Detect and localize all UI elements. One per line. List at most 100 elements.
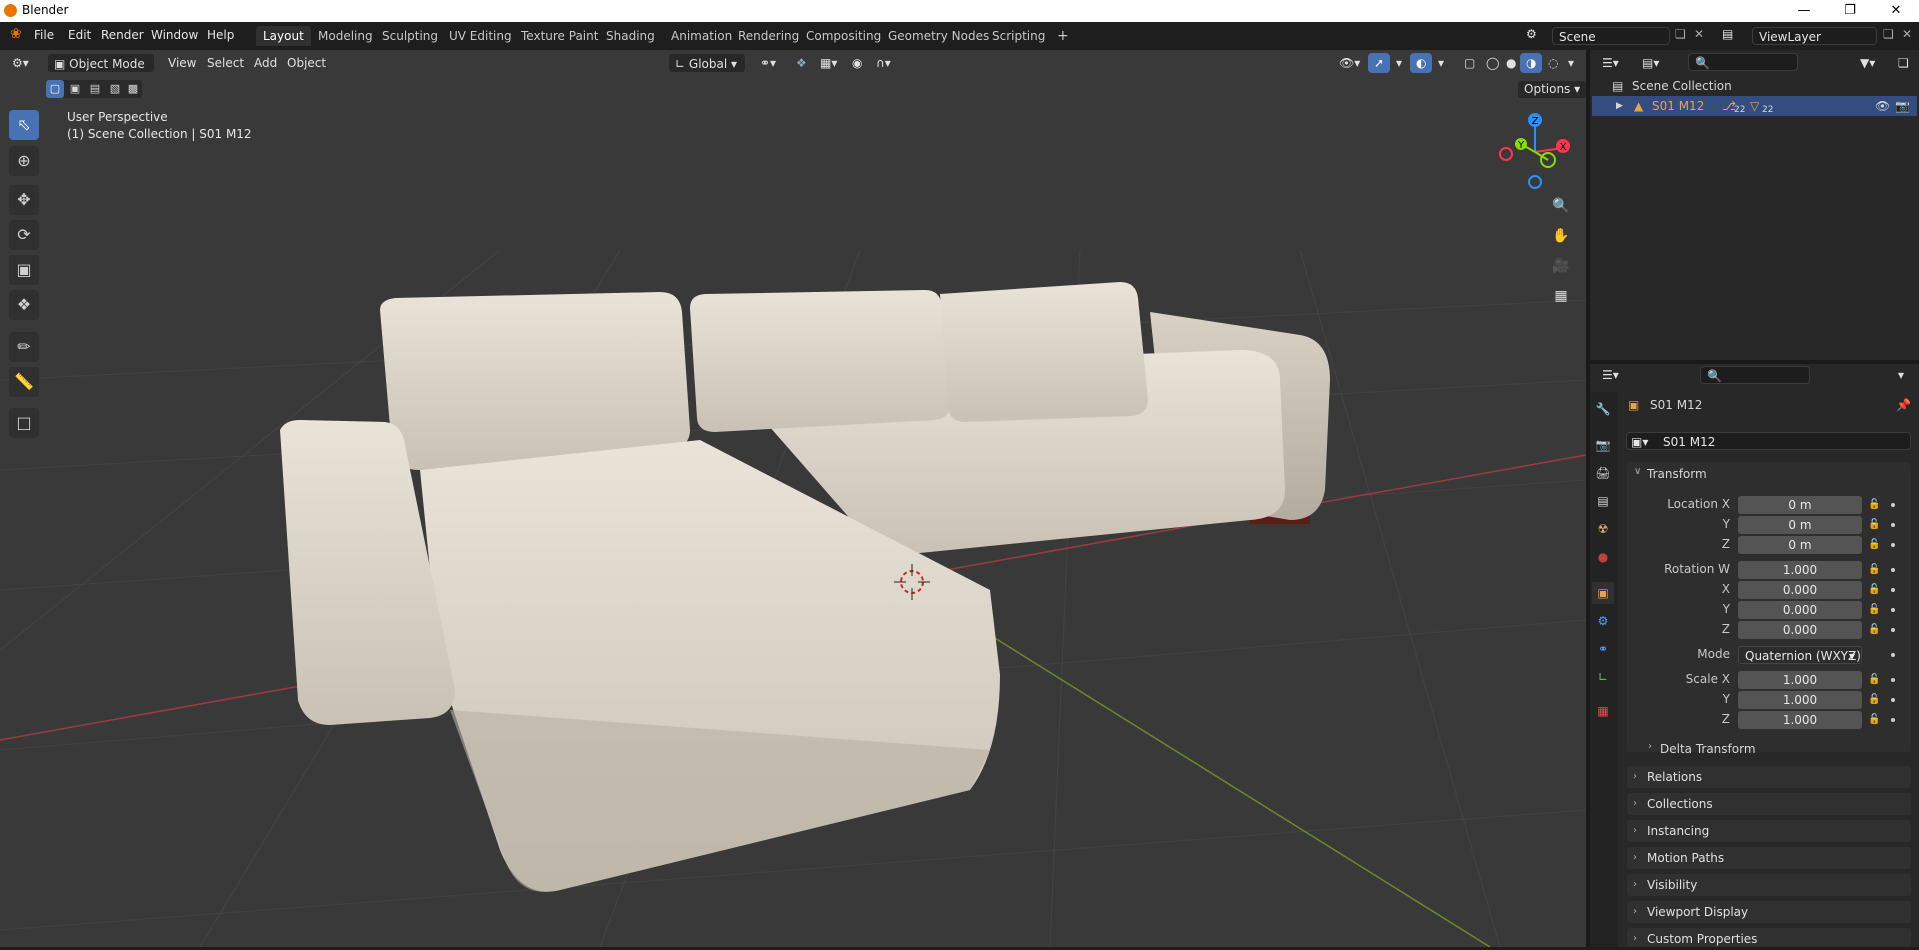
menu-object[interactable]: Object: [281, 53, 332, 73]
overlay-menu-icon[interactable]: ▾: [1432, 53, 1450, 73]
tab-animation[interactable]: Animation: [664, 26, 739, 46]
tab-texture-paint[interactable]: Texture Paint: [514, 26, 605, 46]
keyframe-dot-icon[interactable]: [1891, 698, 1895, 702]
move-tool-icon[interactable]: ✥: [9, 185, 39, 215]
panel-relations[interactable]: › Relations: [1627, 766, 1911, 788]
keyframe-dot-icon[interactable]: [1891, 588, 1895, 592]
pan-hand-icon[interactable]: ✋: [1548, 223, 1574, 249]
modifier-tab-icon[interactable]: ⚙: [1592, 610, 1614, 632]
lock-icon[interactable]: 🔓: [1868, 624, 1880, 635]
scene-tab-icon[interactable]: ☢: [1592, 518, 1614, 540]
3d-viewport[interactable]: [0, 50, 1586, 947]
new-scene-icon[interactable]: ❏: [1675, 27, 1686, 41]
menu-view[interactable]: View: [162, 53, 202, 73]
select-new-icon[interactable]: ▢: [46, 80, 64, 98]
lock-icon[interactable]: 🔓: [1868, 539, 1880, 550]
properties-options-icon[interactable]: ▾: [1892, 365, 1910, 385]
ortho-toggle-icon[interactable]: ▦: [1548, 283, 1574, 309]
delete-view-layer-icon[interactable]: ✕: [1902, 27, 1912, 41]
keyframe-dot-icon[interactable]: [1891, 678, 1895, 682]
keyframe-dot-icon[interactable]: [1891, 653, 1895, 657]
lock-icon[interactable]: 🔓: [1868, 499, 1880, 510]
outliner-editor-type-icon[interactable]: ☰▾: [1596, 53, 1625, 73]
tab-compositing[interactable]: Compositing: [799, 26, 888, 46]
add-cube-tool-icon[interactable]: □: [9, 408, 39, 438]
texture-tab-icon[interactable]: ▦: [1592, 700, 1614, 722]
view-layer-icon[interactable]: ▤: [1722, 27, 1733, 41]
keyframe-dot-icon[interactable]: [1891, 503, 1895, 507]
constraint-tab-icon[interactable]: ⚭: [1592, 638, 1614, 660]
rotation-w-field[interactable]: 1.000: [1738, 561, 1862, 579]
menu-add[interactable]: Add: [248, 53, 283, 73]
editor-type-icon[interactable]: ⚙▾: [6, 53, 35, 73]
falloff-icon[interactable]: ∩▾: [870, 53, 897, 73]
scene-name-field[interactable]: Scene: [1552, 27, 1670, 45]
keyframe-dot-icon[interactable]: [1891, 718, 1895, 722]
select-subtract-icon[interactable]: ▤: [86, 80, 104, 98]
gizmo-menu-icon[interactable]: ▾: [1390, 53, 1408, 73]
tab-layout[interactable]: Layout: [256, 26, 311, 46]
tab-shading[interactable]: Shading: [599, 26, 662, 46]
properties-editor-type-icon[interactable]: ☰▾: [1596, 365, 1625, 385]
menu-edit[interactable]: Edit: [68, 28, 91, 42]
lock-icon[interactable]: 🔓: [1868, 714, 1880, 725]
keyframe-dot-icon[interactable]: [1891, 523, 1895, 527]
select-box-tool-icon[interactable]: ⬁: [9, 110, 39, 140]
render-tab-icon[interactable]: 📷: [1592, 434, 1614, 456]
close-button[interactable]: ✕: [1873, 0, 1919, 22]
tab-uv-editing[interactable]: UV Editing: [442, 26, 519, 46]
cursor-tool-icon[interactable]: ⊕: [9, 146, 39, 176]
visibility-selector-icon[interactable]: 👁▾: [1333, 53, 1366, 73]
tool-tab-icon[interactable]: 🔧: [1592, 398, 1614, 420]
keyframe-dot-icon[interactable]: [1891, 568, 1895, 572]
transform-tool-icon[interactable]: ❖: [9, 290, 39, 320]
outliner-filter-icon[interactable]: ▼▾: [1854, 53, 1881, 73]
menu-window[interactable]: Window: [151, 28, 198, 42]
lock-icon[interactable]: 🔓: [1868, 519, 1880, 530]
world-tab-icon[interactable]: ●: [1592, 546, 1614, 568]
measure-tool-icon[interactable]: 📏: [9, 367, 39, 397]
menu-render[interactable]: Render: [101, 28, 144, 42]
scene-selector-icon[interactable]: ⚙: [1526, 27, 1537, 41]
object-tab-icon[interactable]: ▣: [1592, 582, 1614, 604]
panel-instancing[interactable]: › Instancing: [1627, 820, 1911, 842]
scale-y-field[interactable]: 1.000: [1738, 691, 1862, 709]
panel-collections[interactable]: › Collections: [1627, 793, 1911, 815]
panel-custom-properties[interactable]: › Custom Properties: [1627, 928, 1911, 947]
menu-help[interactable]: Help: [207, 28, 234, 42]
select-invert-icon[interactable]: ▧: [106, 80, 124, 98]
menu-file[interactable]: File: [34, 28, 54, 42]
object-name-field[interactable]: ▣▾ S01 M12: [1626, 432, 1911, 450]
new-view-layer-icon[interactable]: ❏: [1883, 27, 1894, 41]
rotation-y-field[interactable]: 0.000: [1738, 601, 1862, 619]
tab-scripting[interactable]: Scripting: [985, 26, 1052, 46]
minimize-button[interactable]: —: [1781, 0, 1827, 22]
blender-menu-icon[interactable]: ❀: [10, 26, 22, 42]
panel-viewport-display[interactable]: › Viewport Display: [1627, 901, 1911, 923]
add-workspace-icon[interactable]: +: [1050, 26, 1076, 46]
zoom-icon[interactable]: 🔍: [1548, 193, 1574, 219]
properties-search-input[interactable]: 🔍: [1700, 366, 1810, 384]
material-shading-icon[interactable]: ◑: [1520, 53, 1543, 73]
tab-sculpting[interactable]: Sculpting: [375, 26, 445, 46]
annotate-tool-icon[interactable]: ✏: [9, 332, 39, 362]
chevron-down-icon[interactable]: ∨: [1634, 466, 1641, 477]
output-tab-icon[interactable]: 🖨: [1592, 462, 1614, 484]
menu-select[interactable]: Select: [201, 53, 250, 73]
lock-icon[interactable]: 🔓: [1868, 604, 1880, 615]
render-camera-icon[interactable]: 📷: [1895, 96, 1910, 116]
location-x-field[interactable]: 0 m: [1738, 496, 1862, 514]
rotation-z-field[interactable]: 0.000: [1738, 621, 1862, 639]
rotation-x-field[interactable]: 0.000: [1738, 581, 1862, 599]
snap-icon[interactable]: ❖: [790, 53, 813, 73]
panel-motion-paths[interactable]: › Motion Paths: [1627, 847, 1911, 869]
scale-tool-icon[interactable]: ▣: [9, 255, 39, 285]
keyframe-dot-icon[interactable]: [1891, 628, 1895, 632]
location-y-field[interactable]: 0 m: [1738, 516, 1862, 534]
options-button[interactable]: Options ▾: [1517, 80, 1588, 99]
eye-visibility-icon[interactable]: 👁: [1875, 96, 1890, 116]
maximize-button[interactable]: ❐: [1827, 0, 1873, 22]
chevron-right-icon[interactable]: ›: [1648, 741, 1652, 752]
select-intersect-icon[interactable]: ▩: [124, 80, 142, 98]
view-layer-tab-icon[interactable]: ▤: [1592, 490, 1614, 512]
